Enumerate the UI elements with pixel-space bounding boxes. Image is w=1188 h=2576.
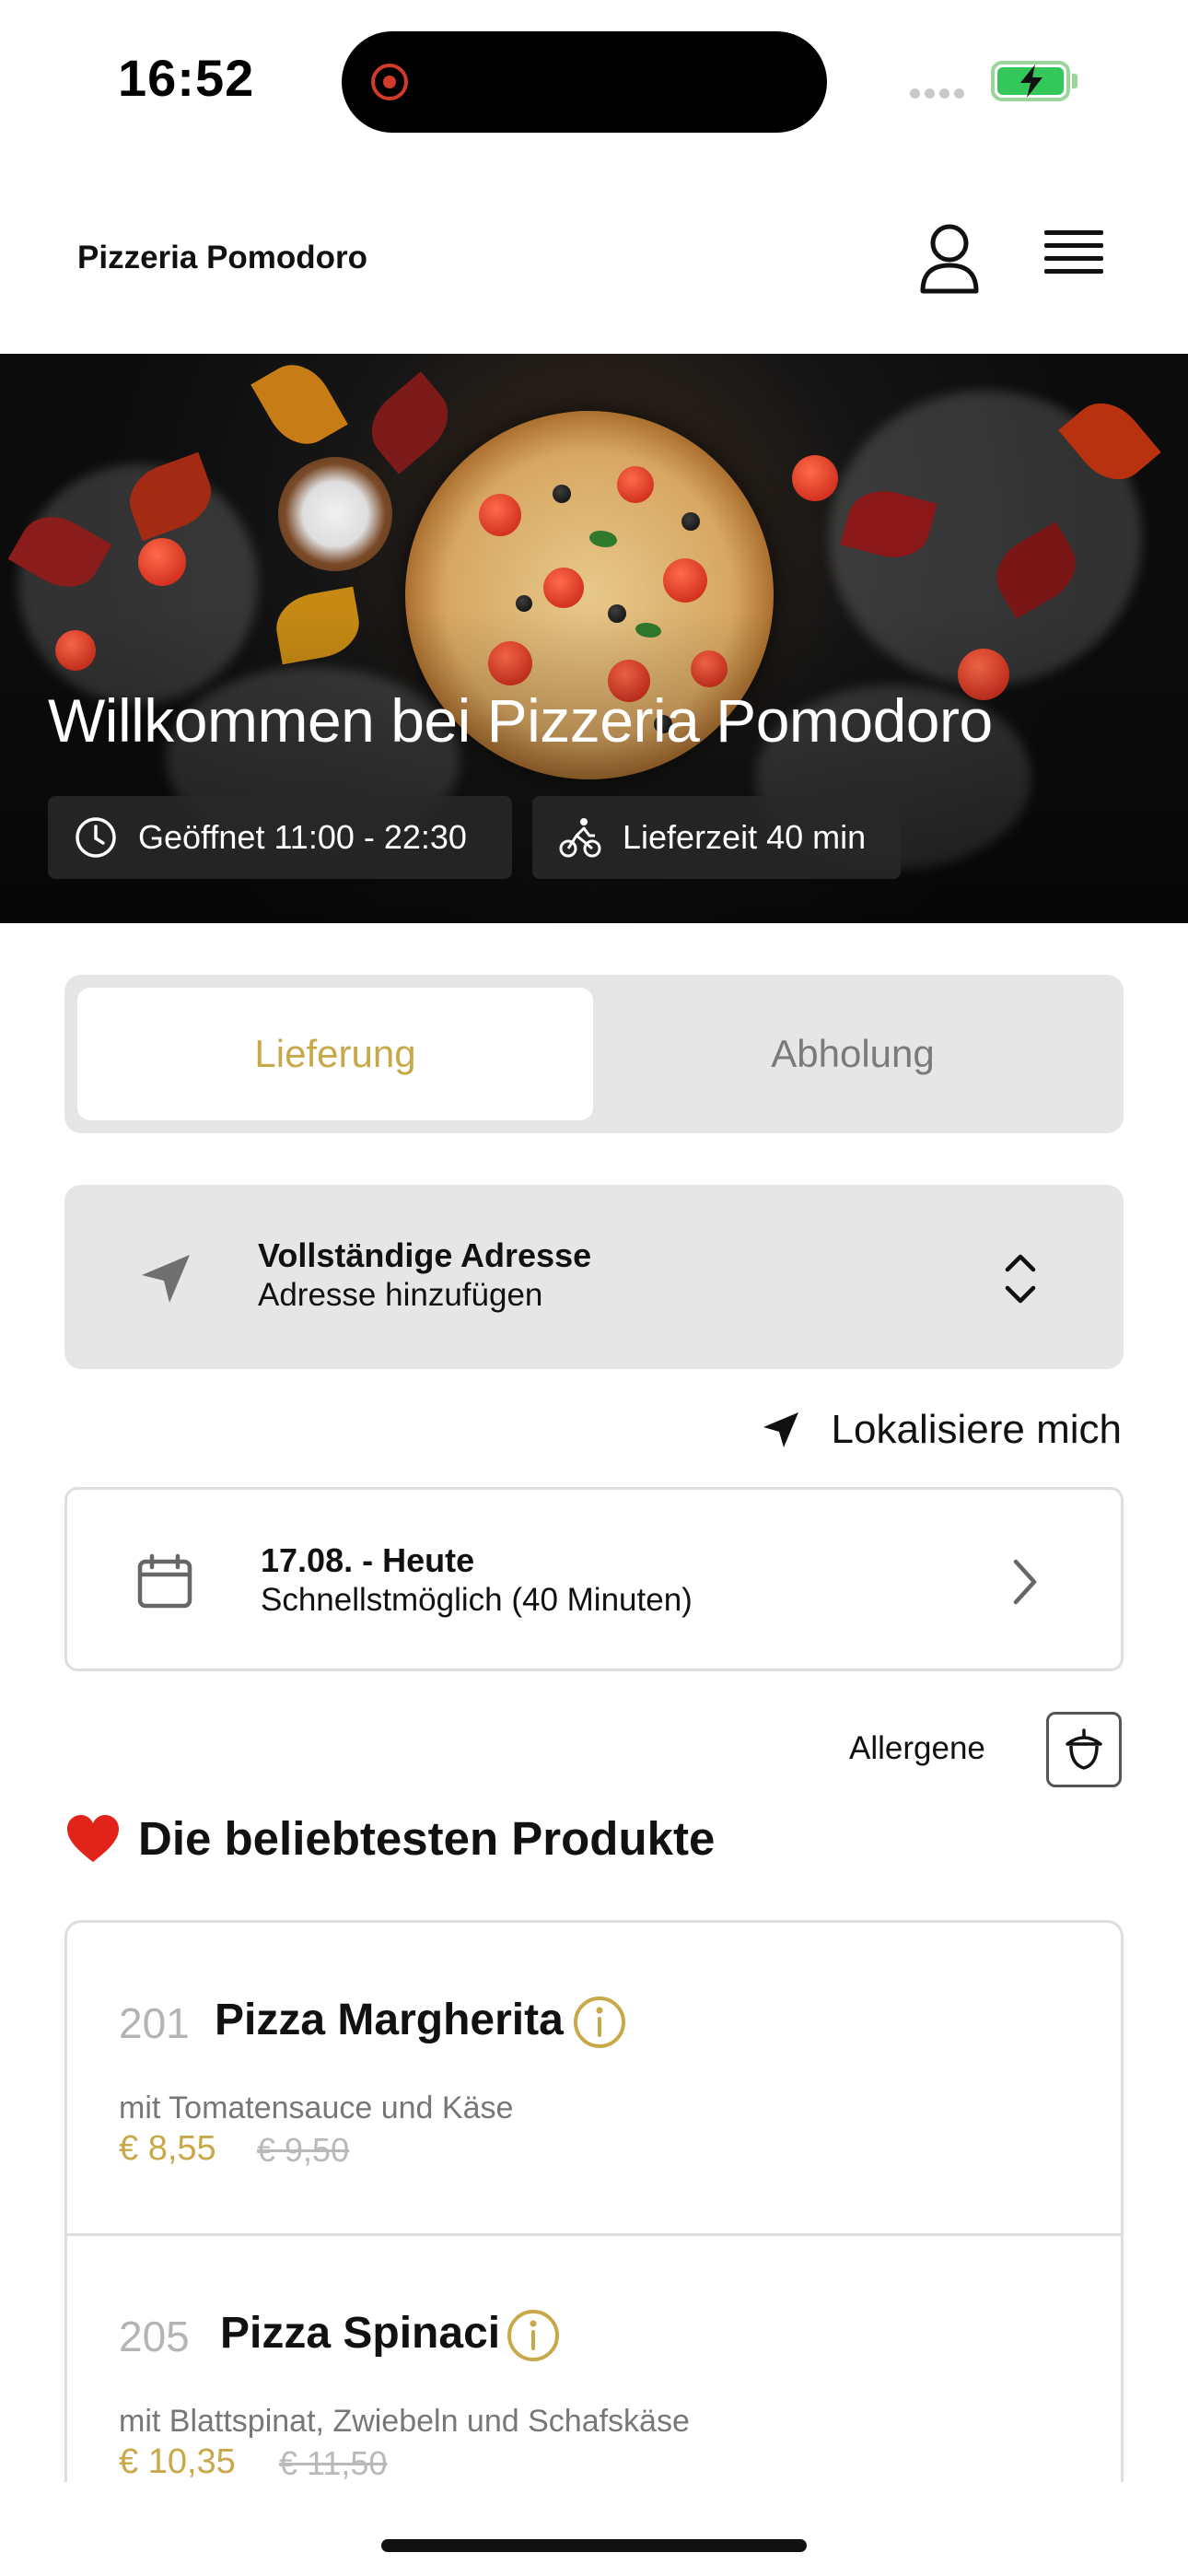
- menu-button[interactable]: [1044, 230, 1103, 286]
- list-item[interactable]: 205 Pizza Spinaci mit Blattspinat, Zwieb…: [67, 2236, 1121, 2482]
- product-description: mit Blattspinat, Zwiebeln und Schafskäse: [119, 2404, 690, 2439]
- product-price: € 8,55: [119, 2129, 216, 2168]
- chevron-up-down-icon: [1005, 1254, 1036, 1304]
- clock-icon: [76, 817, 116, 858]
- delivery-time-text: Lieferzeit 40 min: [623, 818, 867, 856]
- signal-icon: [910, 87, 973, 99]
- product-old-price: € 9,50: [257, 2131, 350, 2169]
- allergens-label[interactable]: Allergene: [849, 1730, 985, 1767]
- allergens-button[interactable]: [1046, 1712, 1122, 1787]
- navigation-arrow-icon: [142, 1255, 190, 1303]
- brand-name[interactable]: Pizzeria Pomodoro: [77, 240, 367, 276]
- tab-delivery[interactable]: Lieferung: [77, 988, 593, 1120]
- status-bar: 16:52: [0, 0, 1188, 157]
- charging-bolt-icon: [1020, 64, 1042, 98]
- chevron-right-icon: [1013, 1559, 1037, 1605]
- status-time: 16:52: [118, 49, 255, 107]
- menu-icon: [1044, 230, 1103, 235]
- locate-me-label: Lokalisiere mich: [831, 1407, 1122, 1452]
- hero-banner: Willkommen bei Pizzeria Pomodoro Geöffne…: [0, 354, 1188, 923]
- product-price: € 10,35: [119, 2442, 236, 2481]
- profile-button[interactable]: [917, 223, 982, 297]
- date-subtitle: Schnellstmöglich (40 Minuten): [261, 1582, 693, 1618]
- section-title-text: Die beliebtesten Produkte: [138, 1812, 716, 1865]
- info-icon[interactable]: [506, 2308, 561, 2363]
- product-description: mit Tomatensauce und Käse: [119, 2090, 514, 2125]
- opening-hours-chip: Geöffnet 11:00 - 22:30: [48, 796, 512, 879]
- order-type-toggle: Lieferung Abholung: [64, 975, 1124, 1133]
- product-number: 205: [119, 2313, 190, 2360]
- user-icon: [920, 224, 979, 294]
- opening-hours-text: Geöffnet 11:00 - 22:30: [138, 818, 467, 856]
- location-arrow-icon: [763, 1412, 798, 1447]
- record-icon: [371, 64, 408, 100]
- list-item[interactable]: 201 Pizza Margherita mit Tomatensauce un…: [67, 1923, 1121, 2236]
- product-name: Pizza Margherita: [215, 1996, 564, 2044]
- product-list: 201 Pizza Margherita mit Tomatensauce un…: [64, 1920, 1124, 2482]
- calendar-icon: [137, 1553, 192, 1609]
- acorn-icon: [1066, 1728, 1102, 1770]
- date-title: 17.08. - Heute: [261, 1541, 475, 1579]
- section-title: Die beliebtesten Produkte: [64, 1811, 715, 1866]
- info-icon[interactable]: [572, 1995, 627, 2050]
- dynamic-island: [342, 31, 827, 133]
- address-selector[interactable]: Vollständige Adresse Adresse hinzufügen: [64, 1185, 1124, 1369]
- hero-title: Willkommen bei Pizzeria Pomodoro: [48, 686, 993, 755]
- home-indicator[interactable]: [381, 2539, 807, 2552]
- product-name: Pizza Spinaci: [220, 2309, 501, 2358]
- address-subtitle: Adresse hinzufügen: [258, 1277, 543, 1313]
- bicycle-icon: [559, 818, 601, 858]
- heart-icon: [67, 1814, 119, 1862]
- battery-cap: [1072, 74, 1077, 88]
- delivery-time-chip: Lieferzeit 40 min: [532, 796, 901, 879]
- tab-pickup[interactable]: Abholung: [595, 988, 1111, 1120]
- app-header: Pizzeria Pomodoro: [0, 166, 1188, 354]
- locate-me-button[interactable]: Lokalisiere mich: [760, 1404, 1122, 1456]
- product-old-price: € 11,50: [279, 2444, 388, 2482]
- product-number: 201: [119, 1999, 190, 2047]
- address-title: Vollständige Adresse: [258, 1236, 592, 1274]
- date-selector[interactable]: 17.08. - Heute Schnellstmöglich (40 Minu…: [64, 1487, 1124, 1671]
